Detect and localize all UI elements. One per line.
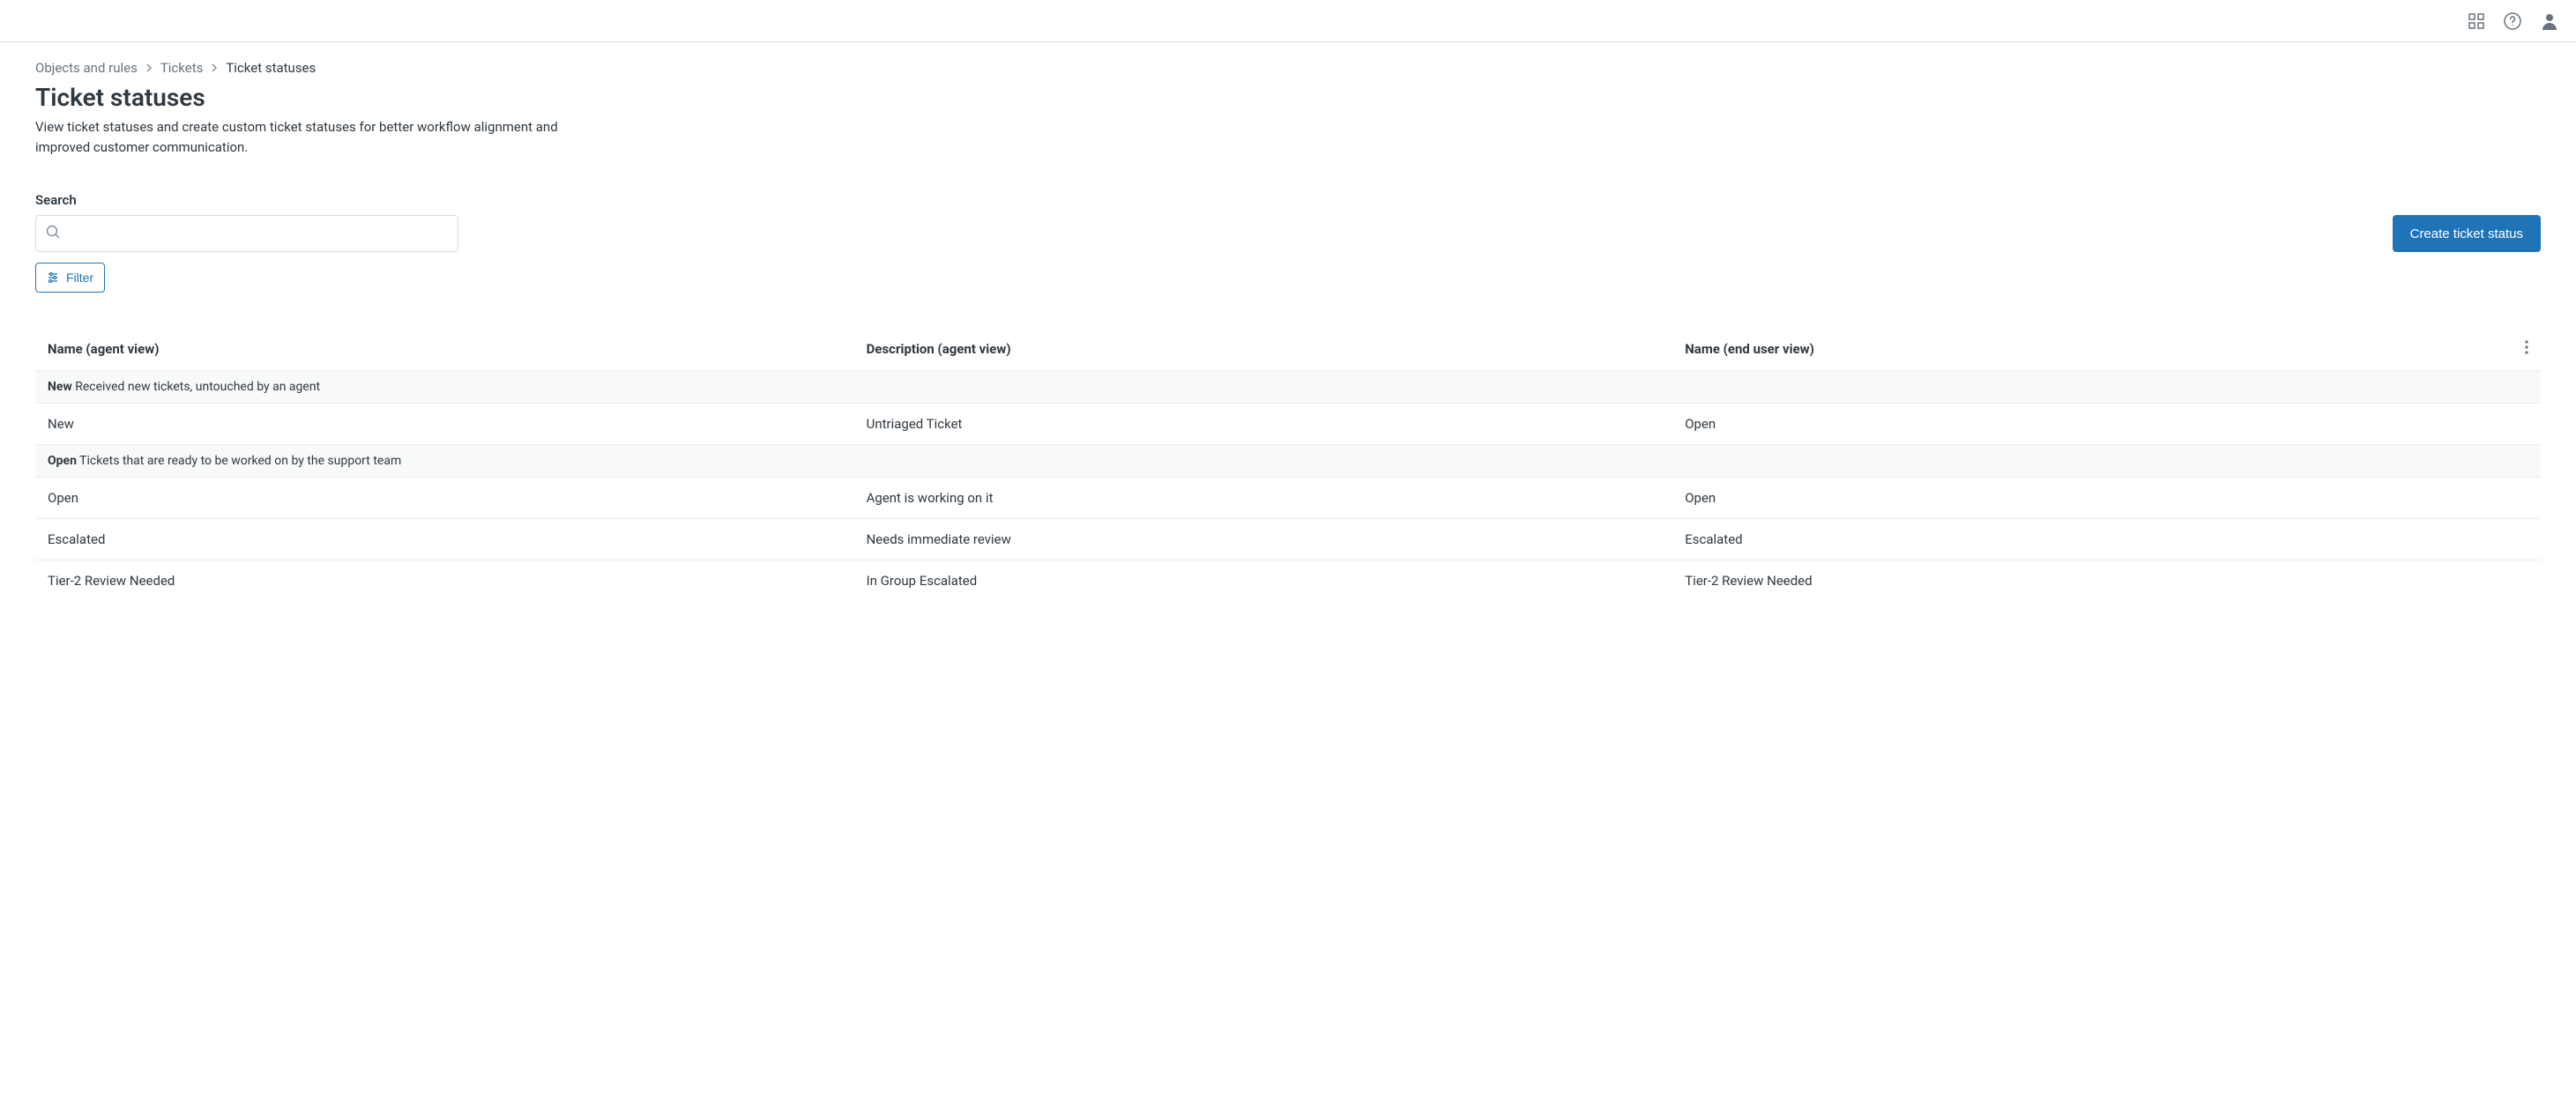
column-header-name[interactable]: Name (agent view) [48,341,867,357]
filter-button[interactable]: Filter [35,263,105,293]
column-header-end-user-name[interactable]: Name (end user view) [1685,341,2511,357]
search-block: Search Create ticket status [35,192,2541,293]
status-table: Name (agent view) Description (agent vie… [35,328,2541,601]
create-ticket-status-button[interactable]: Create ticket status [2393,215,2541,252]
cell-name: Tier-2 Review Needed [48,573,867,589]
cell-description: Needs immediate review [867,531,1686,547]
breadcrumb-objects-and-rules[interactable]: Objects and rules [35,60,138,76]
breadcrumb-tickets[interactable]: Tickets [160,60,204,76]
table-row[interactable]: New Untriaged Ticket Open [35,404,2541,445]
filter-button-label: Filter [66,271,93,285]
breadcrumb-current: Ticket statuses [226,60,316,76]
chevron-right-icon [210,60,219,76]
table-row[interactable]: Tier-2 Review Needed In Group Escalated … [35,560,2541,601]
group-desc: Received new tickets, untouched by an ag… [75,380,320,394]
help-icon[interactable] [2504,12,2521,30]
cell-end-user-name: Tier-2 Review Needed [1685,573,2511,589]
apps-icon[interactable] [2468,13,2484,29]
status-group-header: New Received new tickets, untouched by a… [35,371,2541,404]
search-input-wrap [35,215,458,252]
search-input[interactable] [35,215,458,252]
cell-name: Open [48,490,867,506]
search-label: Search [35,192,2541,208]
table-options-icon[interactable] [2511,340,2528,358]
search-icon [46,225,60,242]
filter-icon [47,271,59,284]
cell-description: In Group Escalated [867,573,1686,589]
user-avatar-icon[interactable] [2541,12,2558,30]
column-header-description[interactable]: Description (agent view) [867,341,1686,357]
cell-name: New [48,416,867,432]
group-desc: Tickets that are ready to be worked on b… [79,454,401,468]
status-group-header: Open Tickets that are ready to be worked… [35,445,2541,478]
cell-end-user-name: Open [1685,490,2511,506]
cell-end-user-name: Open [1685,416,2511,432]
page-description: View ticket statuses and create custom t… [35,117,599,157]
main-content: Objects and rules Tickets Ticket statuse… [0,42,2576,619]
group-name: Open [48,454,77,468]
cell-description: Untriaged Ticket [867,416,1686,432]
page-title: Ticket statuses [35,83,2541,112]
topbar [0,0,2576,42]
chevron-right-icon [145,60,153,76]
cell-end-user-name: Escalated [1685,531,2511,547]
breadcrumb: Objects and rules Tickets Ticket statuse… [35,60,2541,76]
cell-name: Escalated [48,531,867,547]
table-row[interactable]: Open Agent is working on it Open [35,478,2541,519]
table-header: Name (agent view) Description (agent vie… [35,328,2541,371]
cell-description: Agent is working on it [867,490,1686,506]
group-name: New [48,380,72,394]
table-row[interactable]: Escalated Needs immediate review Escalat… [35,519,2541,560]
